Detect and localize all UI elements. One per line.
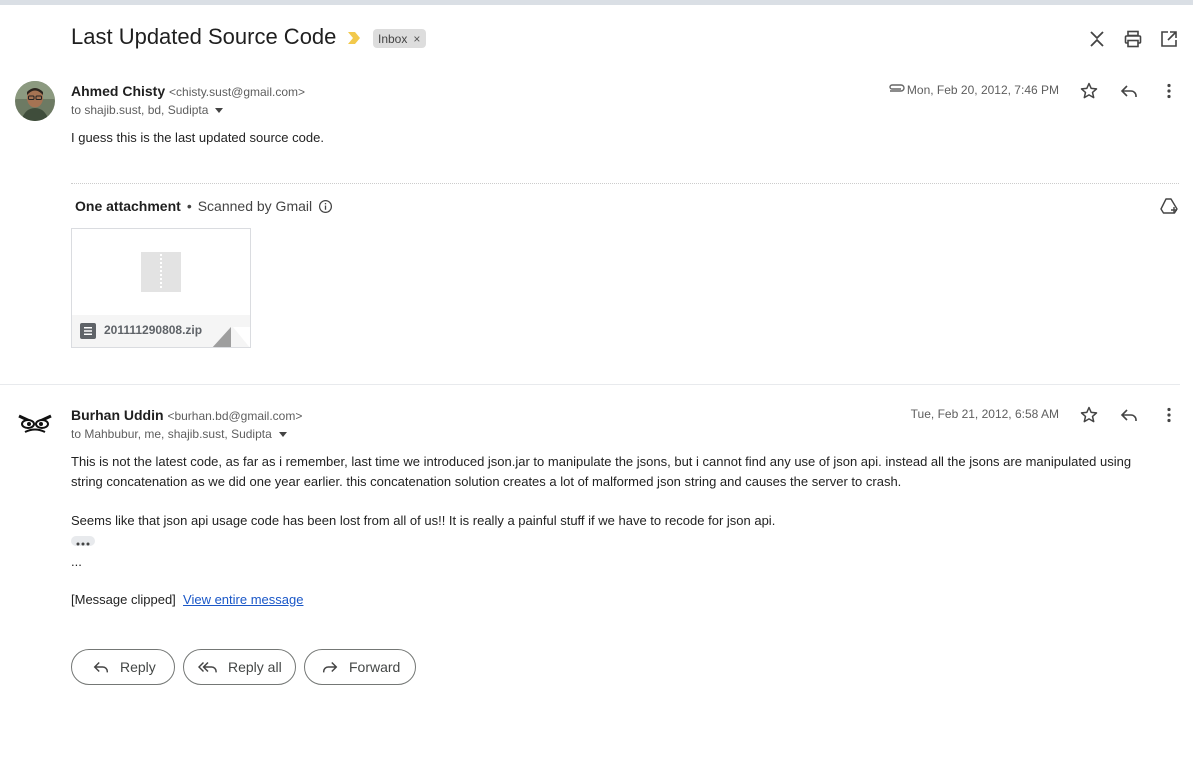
attachment-divider: [71, 183, 1179, 184]
thread-subject: Last Updated Source Code: [71, 24, 337, 49]
sender-email: <chisty.sust@gmail.com>: [169, 85, 306, 99]
importance-marker-icon[interactable]: [347, 31, 361, 45]
label-chip-text: Inbox: [378, 31, 408, 46]
reply-icon[interactable]: [1119, 405, 1139, 425]
reply-all-icon: [198, 661, 217, 673]
star-icon[interactable]: [1079, 81, 1099, 101]
sender-email: <burhan.bd@gmail.com>: [167, 409, 303, 423]
show-trimmed-content-button[interactable]: [71, 536, 95, 546]
info-icon[interactable]: [318, 199, 333, 214]
recipients: to shajib.sust, bd, Sudipta: [71, 103, 209, 117]
sender-name[interactable]: Ahmed Chisty: [71, 83, 165, 99]
remove-label-icon[interactable]: ×: [413, 32, 420, 46]
attachment-filename: 201111290808.zip: [104, 323, 203, 337]
sender-line: Burhan Uddin <burhan.bd@gmail.com>: [71, 407, 302, 423]
message-date: Mon, Feb 20, 2012, 7:46 PM: [906, 83, 1059, 97]
show-details-icon[interactable]: [278, 429, 288, 439]
reply-all-button[interactable]: Reply all: [183, 649, 296, 685]
more-options-icon[interactable]: [1159, 81, 1179, 101]
forward-icon: [322, 661, 338, 673]
view-entire-message-link[interactable]: View entire message: [183, 592, 303, 607]
recipients: to Mahbubur, me, shajib.sust, Sudipta: [71, 427, 272, 441]
reply-icon: [93, 661, 109, 673]
archive-icon: [80, 323, 96, 339]
scan-note: Scanned by Gmail: [197, 198, 313, 214]
message-clipped-line: [Message clipped] View entire message: [71, 590, 1151, 610]
avatar[interactable]: [15, 81, 55, 121]
recipients-line: to shajib.sust, bd, Sudipta: [71, 103, 224, 117]
reply-button-label: Reply: [120, 659, 156, 675]
reply-icon[interactable]: [1119, 81, 1139, 101]
add-to-drive-icon[interactable]: [1159, 196, 1179, 216]
open-in-new-window-icon[interactable]: [1159, 29, 1179, 49]
recipients-line: to Mahbubur, me, shajib.sust, Sudipta: [71, 427, 288, 441]
message-date: Tue, Feb 21, 2012, 6:58 AM: [910, 407, 1059, 421]
message-body-more: ...: [71, 554, 82, 569]
attachments-header: One attachment • Scanned by Gmail: [75, 198, 333, 214]
star-icon[interactable]: [1079, 405, 1099, 425]
top-bar: [0, 0, 1193, 5]
print-icon[interactable]: [1123, 29, 1143, 49]
collapse-all-icon[interactable]: [1087, 29, 1107, 49]
forward-button-label: Forward: [349, 659, 401, 675]
clipped-notice: [Message clipped]: [71, 592, 176, 607]
page-fold-icon: [212, 327, 250, 347]
attachment-thumbnail: [72, 229, 250, 315]
reply-all-button-label: Reply all: [228, 659, 282, 675]
more-options-icon[interactable]: [1159, 405, 1179, 425]
avatar[interactable]: [15, 405, 55, 445]
message-body-paragraph: Seems like that json api usage code has …: [71, 513, 776, 528]
message-divider: [0, 384, 1180, 385]
forward-button[interactable]: Forward: [304, 649, 416, 685]
message-body: I guess this is the last updated source …: [71, 130, 324, 145]
label-chip-inbox: Inbox ×: [373, 29, 427, 48]
attachment-card[interactable]: 201111290808.zip: [71, 228, 251, 348]
ellipsis-icon: [76, 542, 90, 546]
attachment-count: One attachment: [75, 198, 181, 214]
sender-name[interactable]: Burhan Uddin: [71, 407, 164, 423]
separator-dot: •: [186, 198, 192, 214]
attachment-clip-icon: [889, 84, 905, 92]
show-details-icon[interactable]: [214, 105, 224, 115]
zip-file-icon: [141, 252, 181, 292]
reply-button[interactable]: Reply: [71, 649, 175, 685]
sender-line: Ahmed Chisty <chisty.sust@gmail.com>: [71, 83, 305, 99]
message-body-paragraph: This is not the latest code, as far as i…: [71, 454, 1132, 489]
